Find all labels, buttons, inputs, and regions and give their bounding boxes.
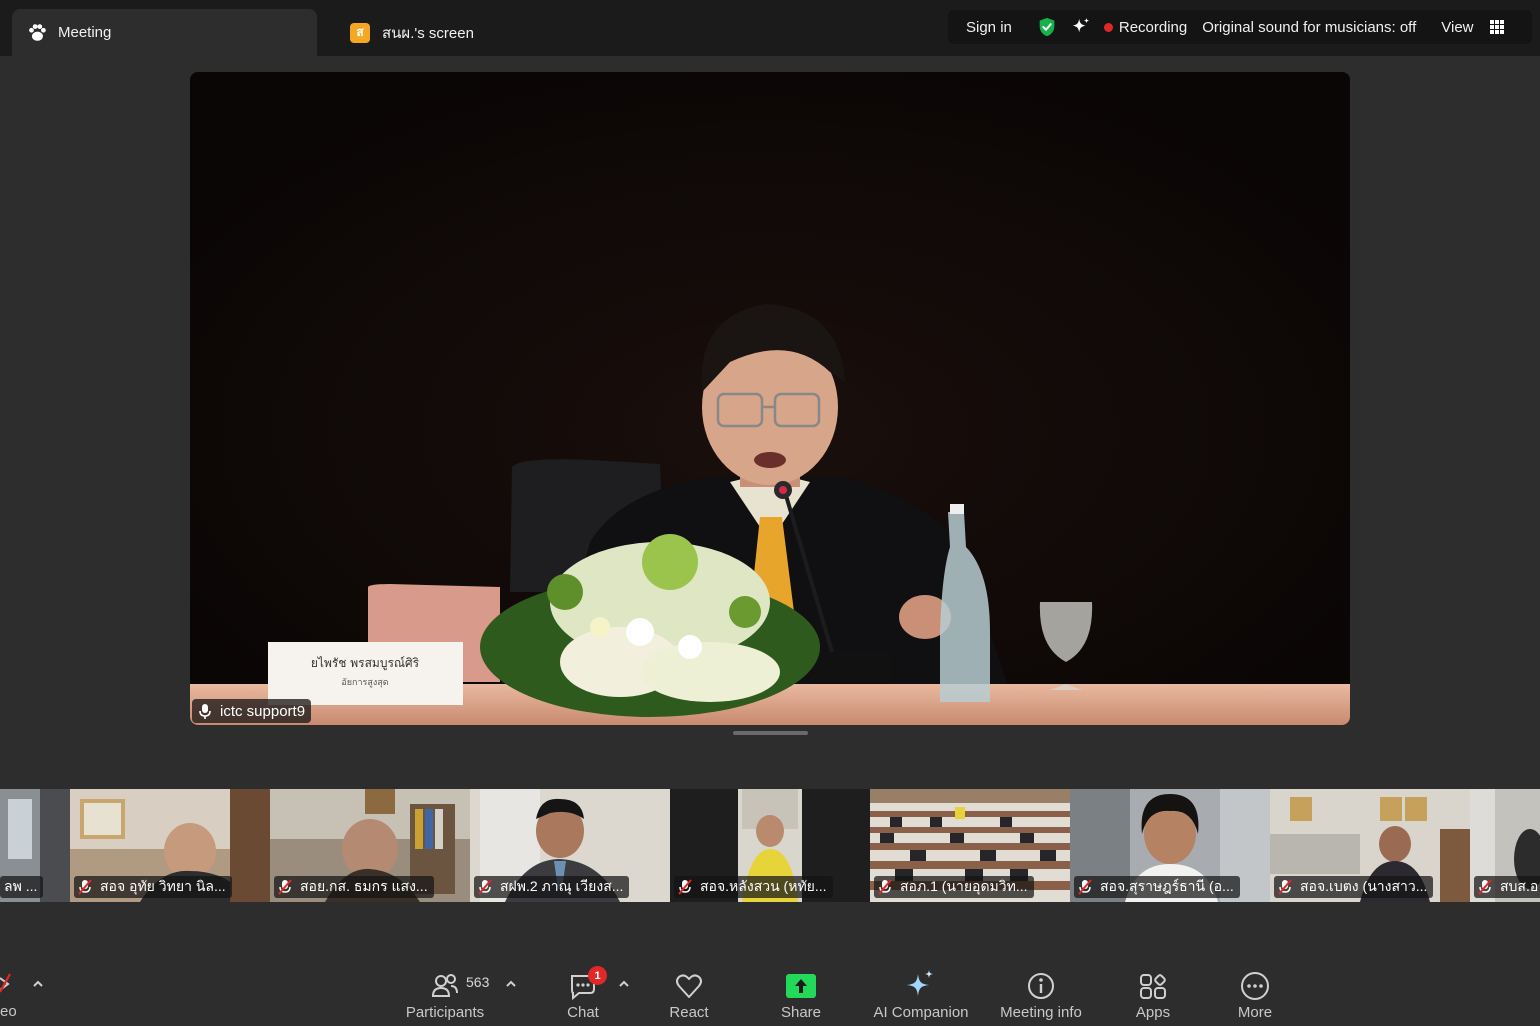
encryption-shield-icon[interactable] xyxy=(1036,16,1058,38)
video-button-label[interactable]: eo xyxy=(0,1003,17,1020)
speaker-video-frame: ยไพรัช พรสมบูรณ์ศิริ อัยการสูงสุด xyxy=(190,72,1350,725)
apps-button[interactable]: Apps xyxy=(1098,966,1208,1026)
share-button[interactable]: Share xyxy=(746,966,856,1026)
participant-name-tag: สอจ.เบตง (นางสาว... xyxy=(1274,876,1434,898)
participant-name-tag: สอจ.หลังสวน (หทัย... xyxy=(674,876,833,898)
participant-name: สอจ.หลังสวน (หทัย... xyxy=(700,878,827,894)
participant-name: สฝพ.2 ภาณุ เวียงส... xyxy=(500,878,624,894)
tab-screen-label: สนผ.'s screen xyxy=(382,24,474,42)
top-bar: Meeting ส สนผ.'s screen Sign in Recordin… xyxy=(0,0,1540,56)
participant-name: สอย.กส. ธมกร แสง... xyxy=(300,878,428,894)
participant-tile[interactable]: สฝพ.2 ภาณุ เวียงส... xyxy=(470,789,670,902)
participant-name: สอจ อุทัย วิทยา นิล... xyxy=(100,878,226,894)
muted-mic-icon xyxy=(278,879,292,895)
tab-meeting-label: Meeting xyxy=(58,24,112,41)
participant-name: ลพ ... xyxy=(4,878,38,894)
muted-mic-icon xyxy=(478,879,492,895)
participant-name: สอภ.1 (นายอุดมวิท... xyxy=(900,878,1028,894)
participants-icon xyxy=(431,974,458,997)
muted-mic-icon xyxy=(1078,879,1092,895)
participant-strip: ลพ ... สอจ อุทัย วิทยา นิล... สอย.กส. ธม… xyxy=(0,789,1540,902)
meeting-paw-icon xyxy=(29,23,46,41)
react-label: React xyxy=(669,1004,709,1021)
active-speaker-video[interactable]: ยไพรัช พรสมบูรณ์ศิริ อัยการสูงสุด ictc s… xyxy=(190,72,1350,725)
more-button[interactable]: More xyxy=(1200,966,1310,1026)
muted-mic-icon xyxy=(78,879,92,895)
recording-label[interactable]: Recording xyxy=(1119,19,1187,36)
participant-name-tag: สอจ อุทัย วิทยา นิล... xyxy=(74,876,232,898)
participant-name-tag: สอย.กส. ธมกร แสง... xyxy=(274,876,434,898)
recording-dot-icon xyxy=(1103,22,1113,32)
participant-tile[interactable]: สอภ.1 (นายอุดมวิท... xyxy=(870,789,1070,902)
tab-shared-screen[interactable]: ส สนผ.'s screen xyxy=(350,9,550,56)
share-label: Share xyxy=(780,1004,822,1021)
ai-companion-button[interactable]: AI Companion xyxy=(860,966,982,1026)
placard-name-text: ยไพรัช พรสมบูรณ์ศิริ xyxy=(311,656,420,671)
participant-name-tag: สฝพ.2 ภาณุ เวียงส... xyxy=(474,876,630,898)
tab-meeting[interactable]: Meeting xyxy=(12,9,317,56)
resize-handle[interactable] xyxy=(733,731,808,735)
react-button[interactable]: React xyxy=(634,966,744,1026)
participant-name: สอจ.เบตง (นางสาว... xyxy=(1300,878,1428,894)
participant-name-tag: สอภ.1 (นายอุดมวิท... xyxy=(874,876,1034,898)
original-sound-label[interactable]: Original sound for musicians: off xyxy=(1202,19,1416,36)
participant-tile[interactable]: สอย.กส. ธมกร แสง... xyxy=(270,789,470,902)
apps-icon xyxy=(1140,974,1166,999)
chat-options-caret-icon[interactable] xyxy=(618,979,630,989)
view-grid-icon[interactable] xyxy=(1489,20,1504,34)
participant-tile[interactable]: ลพ ... xyxy=(0,789,70,902)
participant-tile[interactable]: สบส.อ xyxy=(1470,789,1540,902)
chat-unread-badge: 1 xyxy=(588,966,607,985)
share-screen-icon xyxy=(786,974,816,998)
video-camera-icon[interactable] xyxy=(0,972,12,996)
participant-name-tag: สอจ.สุราษฎร์ธานี (อ... xyxy=(1074,876,1240,898)
more-ellipsis-icon xyxy=(1241,972,1269,1000)
video-options-caret-icon[interactable] xyxy=(32,979,44,989)
ai-sparkle-icon[interactable] xyxy=(1070,16,1092,38)
placard-title-text: อัยการสูงสุด xyxy=(341,678,388,688)
muted-mic-icon xyxy=(878,879,892,895)
speaker-name-tag: ictc support9 xyxy=(192,699,312,723)
muted-mic-icon xyxy=(1278,879,1292,895)
speaker-name: ictc support9 xyxy=(220,702,306,720)
participant-tile[interactable]: สอจ.สุราษฎร์ธานี (อ... xyxy=(1070,789,1270,902)
chat-button[interactable]: Chat xyxy=(528,966,638,1026)
screen-avatar-icon: ส xyxy=(350,22,370,43)
participant-tile[interactable]: สอจ อุทัย วิทยา นิล... xyxy=(70,789,270,902)
apps-label: Apps xyxy=(1135,1004,1171,1021)
view-button[interactable]: View xyxy=(1441,19,1473,36)
chat-label: Chat xyxy=(567,1004,599,1021)
participant-name-tag: สบส.อ xyxy=(1474,876,1540,898)
info-icon xyxy=(1028,973,1054,999)
participants-options-caret-icon[interactable] xyxy=(505,979,517,989)
meeting-info-label: Meeting info xyxy=(1000,1004,1082,1021)
status-bar: Sign in Recording Original sound for mus… xyxy=(948,10,1532,44)
participant-tile[interactable]: สอจ.หลังสวน (หทัย... xyxy=(670,789,870,902)
participant-name-tag: ลพ ... xyxy=(0,876,44,898)
participant-name: สอจ.สุราษฎร์ธานี (อ... xyxy=(1100,878,1234,894)
participant-name: สบส.อ xyxy=(1500,878,1539,894)
ai-companion-label: AI Companion xyxy=(873,1004,969,1021)
more-label: More xyxy=(1237,1004,1273,1021)
muted-mic-icon xyxy=(1478,879,1492,895)
meeting-info-button[interactable]: Meeting info xyxy=(986,966,1096,1026)
participant-tile[interactable]: สอจ.เบตง (นางสาว... xyxy=(1270,789,1470,902)
muted-mic-icon xyxy=(678,879,692,895)
participants-label: Participants xyxy=(405,1004,485,1021)
heart-icon xyxy=(676,974,702,998)
sign-in-button[interactable]: Sign in xyxy=(966,19,1012,36)
microphone-icon xyxy=(199,704,211,719)
participants-count: 563 xyxy=(466,974,490,990)
ai-companion-sparkle-icon xyxy=(907,970,933,996)
